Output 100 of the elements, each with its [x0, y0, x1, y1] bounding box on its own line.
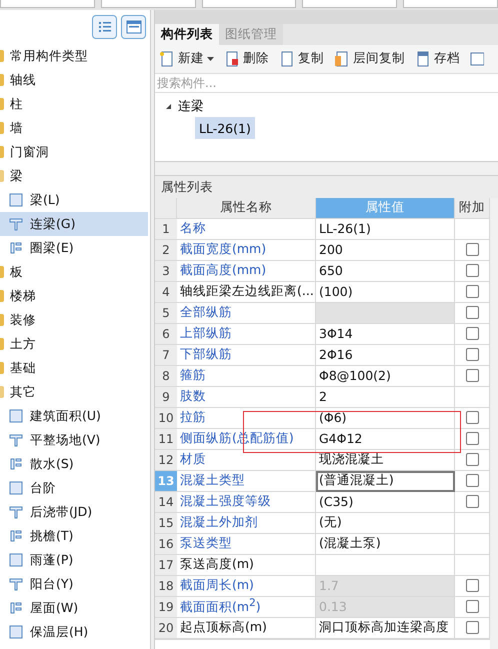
property-value[interactable]: 2Φ16	[316, 344, 455, 366]
tree-item[interactable]: LL-26(1)	[195, 117, 255, 140]
collapse-icon[interactable]	[165, 102, 172, 110]
sidebar-item[interactable]: 门窗洞	[0, 140, 148, 164]
layers-copy-icon	[334, 50, 350, 67]
top-field[interactable]	[302, 0, 398, 8]
sidebar-item[interactable]: 柱	[0, 92, 148, 116]
property-value[interactable]: G4Φ12	[316, 428, 455, 450]
property-name: 下部纵筋	[177, 344, 316, 366]
sidebar-item[interactable]: 梁(L)	[0, 188, 148, 212]
property-value[interactable]: (C35)	[316, 492, 455, 513]
window-icon	[126, 20, 142, 34]
property-name: 截面面积(m$^{2}$)	[177, 596, 316, 618]
checkbox[interactable]	[466, 327, 478, 340]
folder-icon	[0, 338, 4, 350]
folder-icon	[0, 314, 4, 326]
sidebar-item[interactable]: 圈梁(E)	[0, 236, 148, 260]
sidebar-item[interactable]: 土方	[0, 332, 148, 356]
property-name: 名称	[177, 218, 316, 240]
sidebar-item[interactable]: 散水(S)	[0, 452, 148, 476]
sidebar-item[interactable]: 楼梯	[0, 284, 148, 308]
property-value[interactable]: (普通混凝土)	[316, 470, 455, 492]
component-icon	[8, 504, 24, 520]
property-name: 拉筋	[177, 408, 316, 429]
sidebar-item[interactable]: 平整场地(V)	[0, 428, 148, 452]
sidebar-item[interactable]: 阳台(Y)	[0, 572, 148, 596]
sidebar-item[interactable]: 板	[0, 260, 148, 284]
component-icon	[8, 480, 24, 496]
sidebar-item[interactable]: 连梁(G)	[0, 212, 148, 236]
property-name: 泵送高度(m)	[177, 554, 316, 576]
top-field[interactable]	[0, 0, 95, 8]
property-value[interactable]: 200	[316, 240, 455, 261]
row-number: 1	[155, 218, 177, 240]
sidebar-item[interactable]: 后浇带(JD)	[0, 500, 148, 524]
checkbox[interactable]	[466, 243, 478, 256]
checkbox[interactable]	[466, 285, 478, 298]
sidebar-item[interactable]: 挑檐(T)	[0, 524, 148, 548]
sidebar-item[interactable]: 轴线	[0, 68, 148, 92]
checkbox[interactable]	[466, 411, 478, 424]
checkbox[interactable]	[466, 432, 478, 446]
property-value[interactable]: 650	[316, 260, 455, 282]
property-value[interactable]: 洞口顶标高加连梁高度	[316, 618, 455, 639]
folder-icon	[0, 50, 4, 62]
property-value[interactable]: 2	[316, 386, 455, 408]
tree-node[interactable]: 连梁	[178, 98, 204, 115]
property-name: 肢数	[177, 386, 316, 408]
row-number: 13	[155, 470, 177, 492]
sidebar-item[interactable]: 常用构件类型	[0, 44, 148, 68]
sidebar-item[interactable]: 建筑面积(U)	[0, 404, 148, 428]
property-value[interactable]: Φ8@100(2)	[316, 366, 455, 387]
checkbox[interactable]	[466, 495, 478, 508]
toolbar-button[interactable]: 新建	[159, 50, 214, 68]
checkbox[interactable]	[466, 348, 478, 362]
toolbar-button[interactable]: 复制	[279, 50, 324, 68]
component-icon	[8, 552, 24, 568]
checkbox[interactable]	[466, 474, 478, 488]
property-value[interactable]: (100)	[316, 282, 455, 303]
row-number: 2	[155, 240, 177, 261]
property-value[interactable]: 3Φ14	[316, 324, 455, 345]
component-icon	[8, 408, 24, 424]
sidebar-item[interactable]: 装修	[0, 308, 148, 332]
edit-icon[interactable]	[470, 50, 484, 67]
top-field[interactable]	[403, 0, 498, 8]
copy-icon	[279, 50, 295, 67]
sidebar-item[interactable]: 屋面(W)	[0, 596, 148, 620]
top-field[interactable]	[100, 0, 196, 8]
sidebar-item[interactable]: 雨蓬(P)	[0, 548, 148, 572]
sidebar-item[interactable]: 墙	[0, 116, 148, 140]
checkbox[interactable]	[466, 453, 478, 466]
sidebar-item[interactable]: 基础	[0, 356, 148, 380]
checkbox[interactable]	[466, 621, 478, 634]
dropdown-caret-icon[interactable]	[207, 55, 214, 62]
folder-icon	[0, 170, 4, 182]
property-value[interactable]: (无)	[316, 512, 455, 534]
row-number: 18	[155, 576, 177, 597]
sidebar-item[interactable]: 保温层(H)	[0, 620, 148, 644]
sidebar-item[interactable]: 台阶	[0, 476, 148, 500]
property-value[interactable]: LL-26(1)	[316, 218, 455, 240]
top-field[interactable]	[202, 0, 296, 8]
property-value[interactable]: 现浇混凝土	[316, 450, 455, 471]
folder-icon	[0, 362, 4, 374]
search-field[interactable]: 搜索构件...	[155, 74, 498, 94]
panel-title: 属性列表	[161, 178, 213, 196]
toolbar-button[interactable]: 存档	[415, 50, 460, 68]
property-name: 泵送类型	[177, 534, 316, 555]
property-value[interactable]: (混凝土泵)	[316, 534, 455, 555]
row-number: 17	[155, 554, 177, 576]
property-value[interactable]: (Φ6)	[316, 408, 455, 429]
component-icon	[8, 432, 24, 448]
checkbox[interactable]	[466, 264, 478, 278]
sidebar-item[interactable]: 梁	[0, 164, 148, 188]
checkbox[interactable]	[466, 369, 478, 382]
row-number: 20	[155, 618, 177, 639]
sidebar-item[interactable]: 其它	[0, 380, 148, 404]
window-view-button[interactable]	[121, 15, 146, 39]
table-cell	[455, 534, 490, 555]
list-view-button[interactable]	[92, 15, 117, 39]
toolbar-button[interactable]: 删除	[224, 50, 269, 68]
toolbar-button[interactable]: 层间复制	[334, 50, 405, 68]
tab[interactable]: 构件列表	[155, 24, 219, 45]
